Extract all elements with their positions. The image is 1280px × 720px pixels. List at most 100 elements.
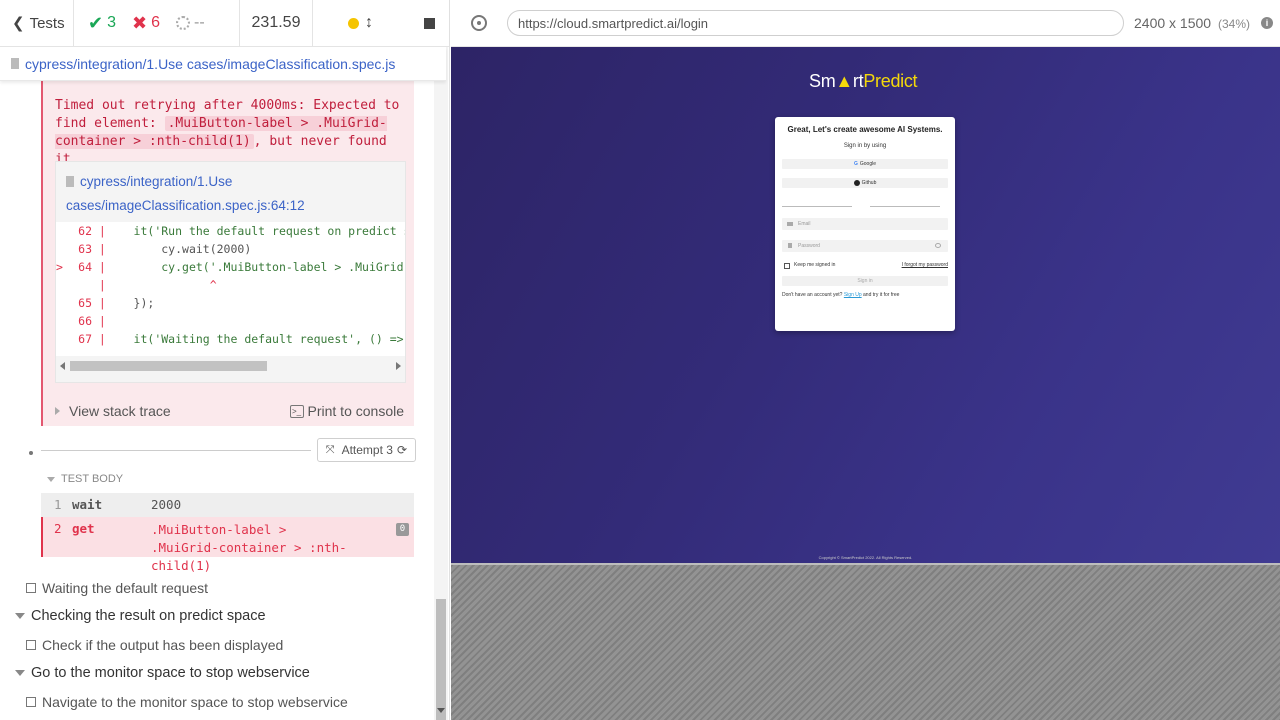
stop-icon xyxy=(423,17,435,29)
element-count-badge: 0 xyxy=(396,523,409,536)
signin-label: Sign in xyxy=(857,278,873,284)
error-message: Timed out retrying after 4000ms: Expecte… xyxy=(55,97,405,169)
code-line: >64 | cy.get('.MuiButton-label > .MuiGri… xyxy=(56,258,405,276)
print-to-console-label: Print to console xyxy=(307,403,405,419)
scroll-left-icon[interactable] xyxy=(60,362,65,370)
stats-bar: ❮ Tests ✔ 3 ✖ 6 -- 231.59 ↕ xyxy=(0,0,449,47)
stop-button[interactable] xyxy=(408,0,449,46)
reporter-scrollbar[interactable] xyxy=(434,47,448,720)
github-signin-button[interactable]: Github xyxy=(782,178,948,188)
test-item[interactable]: Waiting the default request xyxy=(0,574,434,602)
print-to-console-button[interactable]: >_ Print to console xyxy=(289,403,405,419)
caret-down-icon xyxy=(15,613,25,619)
scroll-thumb[interactable] xyxy=(436,599,446,720)
line-number: 65 xyxy=(78,296,92,310)
app-under-test-frame: Sm▲rtPredict Great, Let's create awesome… xyxy=(451,47,1280,563)
login-heading: Great, Let's create awesome AI Systems. xyxy=(787,125,943,134)
code-line: 63 | cy.wait(2000) xyxy=(56,240,251,258)
keep-signed-in-label: Keep me signed in xyxy=(794,262,836,268)
duration-value: 231.59 xyxy=(251,14,301,31)
command-row-get[interactable]: 2 get .MuiButton-label > .MuiGrid-contai… xyxy=(41,517,414,573)
divider xyxy=(782,206,852,207)
test-label: Check if the output has been displayed xyxy=(42,637,284,653)
refresh-icon: ⟳ xyxy=(396,443,407,457)
code-horizontal-scrollbar[interactable] xyxy=(56,358,405,374)
password-placeholder: Password xyxy=(798,243,820,249)
command-number: 1 xyxy=(54,497,62,512)
pending-count: -- xyxy=(194,14,205,31)
line-code: it('Run the default request on predict s… xyxy=(105,224,406,238)
test-body-title: TEST BODY xyxy=(61,473,124,485)
codeframe-path-text: cypress/integration/1.Use cases/imageCla… xyxy=(66,174,305,213)
google-icon: G xyxy=(853,161,858,167)
viewport-info: 2400 x 1500 (34%) xyxy=(1134,15,1250,31)
caret-down-icon xyxy=(47,476,55,482)
password-field[interactable]: Password xyxy=(782,240,948,252)
crosshair-icon xyxy=(477,21,481,25)
attempt-label: Attempt 3 xyxy=(341,443,393,457)
google-signin-button[interactable]: G Google xyxy=(782,159,948,169)
checkbox-icon xyxy=(26,640,36,650)
test-item[interactable]: Navigate to the monitor space to stop we… xyxy=(0,688,434,716)
try-free-text: and try it for free xyxy=(863,292,900,298)
scroll-thumb[interactable] xyxy=(70,361,267,371)
codeframe-path-link[interactable]: cypress/integration/1.Use cases/imageCla… xyxy=(66,170,396,218)
suite-item[interactable]: Checking the result on predict space xyxy=(0,602,434,630)
file-icon xyxy=(11,58,19,69)
command-message: 2000 xyxy=(151,497,182,512)
email-placeholder: Email xyxy=(798,221,811,227)
command-name: get xyxy=(72,521,95,536)
scroll-right-icon[interactable] xyxy=(396,362,401,370)
logo-text: rt xyxy=(852,71,864,91)
test-label: Waiting the default request xyxy=(42,580,209,596)
spec-path-bar: cypress/integration/1.Use cases/imageCla… xyxy=(0,47,446,81)
error-footer: View stack trace >_ Print to console xyxy=(43,396,414,426)
chevron-left-icon: ❮ xyxy=(12,15,25,32)
caret-right-icon xyxy=(55,407,60,415)
command-number: 2 xyxy=(54,521,62,536)
line-code: ^ xyxy=(105,278,217,292)
suite-label: Checking the result on predict space xyxy=(31,608,266,624)
command-row-wait[interactable]: 1 wait 2000 xyxy=(41,493,414,517)
line-code: cy.wait(2000) xyxy=(105,242,252,256)
viewport-size: 2400 x 1500 xyxy=(1134,15,1212,31)
keep-signed-in-checkbox[interactable] xyxy=(784,263,790,269)
view-stack-trace-toggle[interactable]: View stack trace xyxy=(55,403,171,419)
logo-text: Sm xyxy=(809,71,836,91)
test-item[interactable]: Check if the output has been displayed xyxy=(0,631,434,659)
check-icon: ✔ xyxy=(88,12,104,33)
suite-item[interactable]: Go to the monitor space to stop webservi… xyxy=(0,659,434,687)
line-marker: > xyxy=(56,260,63,274)
eye-off-icon[interactable] xyxy=(935,243,941,248)
viewport-overflow-area xyxy=(451,563,1280,720)
mail-icon xyxy=(787,222,793,226)
failed-count: 6 xyxy=(151,14,160,31)
scroll-down-icon[interactable] xyxy=(437,708,445,713)
divider xyxy=(870,206,940,207)
line-code: it('Waiting the default request', () => … xyxy=(105,332,406,346)
test-body-header[interactable]: TEST BODY xyxy=(47,473,123,485)
url-bar[interactable]: https://cloud.smartpredict.ai/login xyxy=(507,10,1124,36)
line-number: 66 xyxy=(78,314,92,328)
forgot-password-link[interactable]: I forgot my password xyxy=(902,262,948,268)
command-message: .MuiButton-label > .MuiGrid-container > … xyxy=(151,522,347,573)
back-label: Tests xyxy=(29,14,65,32)
no-account-text: Don't have an account yet? xyxy=(782,292,843,298)
back-to-tests-button[interactable]: ❮ Tests xyxy=(0,0,74,46)
code-line: 67 | it('Waiting the default request', (… xyxy=(56,330,406,348)
selector-playground-button[interactable] xyxy=(471,15,487,31)
attempt-tag[interactable]: ⤧ Attempt 3 ⟳ xyxy=(316,438,416,462)
info-icon[interactable]: i xyxy=(1261,17,1273,29)
divider-line xyxy=(41,450,311,451)
signin-button[interactable]: Sign in xyxy=(782,276,948,286)
code-line: 62 | it('Run the default request on pred… xyxy=(56,222,406,240)
code-lines: 62 | it('Run the default request on pred… xyxy=(56,222,406,356)
signup-link[interactable]: Sign Up xyxy=(844,292,862,298)
smartpredict-logo: Sm▲rtPredict xyxy=(809,71,918,92)
view-stack-trace-label: View stack trace xyxy=(69,403,171,419)
email-field[interactable]: Email xyxy=(782,218,948,230)
auto-scroll-toggle[interactable]: ↕ xyxy=(313,0,408,46)
url-text: https://cloud.smartpredict.ai/login xyxy=(518,15,709,31)
spec-path-link[interactable]: cypress/integration/1.Use cases/imageCla… xyxy=(25,56,395,72)
line-number: 64 xyxy=(78,260,92,274)
